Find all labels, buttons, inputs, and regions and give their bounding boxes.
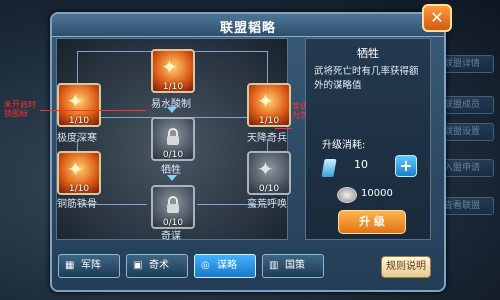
coin-icon <box>337 187 357 203</box>
skill-detail-panel: 牺牲 武将死亡时有几率获得额外的谋略值 升级消耗: 10 + 10000 升 级 <box>305 38 431 240</box>
title-bar: 联盟韬略 <box>52 14 444 37</box>
skill-level: 1/10 <box>162 82 184 92</box>
annotation-left: 未开启时 锁图标 <box>4 100 36 118</box>
skill-label: 牺牲 <box>161 165 181 176</box>
skill-label: 天降奇兵 <box>247 133 287 144</box>
skill-detail-title: 牺牲 <box>357 47 379 60</box>
close-icon: ✕ <box>430 8 444 27</box>
tab-strategy[interactable]: ◎ 谋略 <box>194 254 256 278</box>
crystal-icon <box>321 159 337 177</box>
coin-amount: 10000 <box>361 188 393 199</box>
crossed-blades-icon: ✦ <box>257 157 274 181</box>
strategy-icon: ▣ <box>133 260 143 271</box>
skill-tree: ✦ 1/10 易水酸制 ✦ 1/10 极度深寒 ✦ 1/10 天降奇兵 0/10… <box>56 38 291 242</box>
skill-node-grey[interactable]: ✦ 0/10 <box>247 151 291 195</box>
swirl-icon: ◎ <box>201 260 210 271</box>
tab-label: 谋略 <box>217 260 237 271</box>
annotation-text: 锁图标 <box>4 109 28 118</box>
annotation-pointer <box>40 110 146 111</box>
skill-label: 蛮荒呼唤 <box>247 199 287 210</box>
tab-label: 奇术 <box>149 260 169 271</box>
crystal-quantity: 10 <box>354 158 368 171</box>
tab-formation[interactable]: ▦ 军阵 <box>58 254 120 278</box>
connector-line <box>97 117 157 118</box>
skill-label: 易水酸制 <box>151 99 191 110</box>
fire-icon: ✦ <box>67 157 84 181</box>
upgrade-button[interactable]: 升 级 <box>338 210 406 234</box>
skill-node[interactable]: ✦ 1/10 <box>247 83 291 127</box>
formation-icon: ▦ <box>65 260 75 271</box>
skill-level: 0/10 <box>162 150 184 160</box>
tab-policy[interactable]: ▥ 国策 <box>262 254 324 278</box>
skill-level: 0/10 <box>258 184 280 194</box>
skill-node-locked[interactable]: 0/10 <box>151 185 195 229</box>
skill-label: 极度深寒 <box>57 133 97 144</box>
bars-icon: ▥ <box>269 260 279 271</box>
tab-tactics[interactable]: ▣ 奇术 <box>126 254 188 278</box>
upgrade-cost-label: 升级消耗: <box>322 140 366 151</box>
skill-label: 奇谋 <box>161 231 181 242</box>
connector-line <box>189 117 249 118</box>
fire-icon: ✦ <box>257 89 274 113</box>
skill-node-locked[interactable]: 0/10 <box>151 117 195 161</box>
skill-description: 武将死亡时有几率获得额外的谋略值 <box>314 66 419 91</box>
fire-icon: ✦ <box>161 55 178 79</box>
skill-node[interactable]: ✦ 1/10 <box>57 83 101 127</box>
annotation-text: 未开启时 <box>4 100 36 109</box>
lock-icon <box>167 196 179 213</box>
lock-icon <box>167 128 179 145</box>
skill-label: 铜筋铁骨 <box>57 199 97 210</box>
skill-node[interactable]: ✦ 1/10 <box>57 151 101 195</box>
rules-button[interactable]: 规则说明 <box>381 256 431 278</box>
tab-label: 国策 <box>285 260 305 271</box>
annotation-pointer <box>275 128 292 129</box>
skill-node[interactable]: ✦ 1/10 <box>151 49 195 93</box>
close-button[interactable]: ✕ <box>422 4 452 32</box>
skill-level: 1/10 <box>258 116 280 126</box>
skill-level: 1/10 <box>68 184 90 194</box>
add-crystal-button[interactable]: + <box>395 155 417 177</box>
skill-level: 1/10 <box>68 116 90 126</box>
dialog-title: 联盟韬略 <box>219 21 276 36</box>
tab-label: 军阵 <box>81 260 101 271</box>
